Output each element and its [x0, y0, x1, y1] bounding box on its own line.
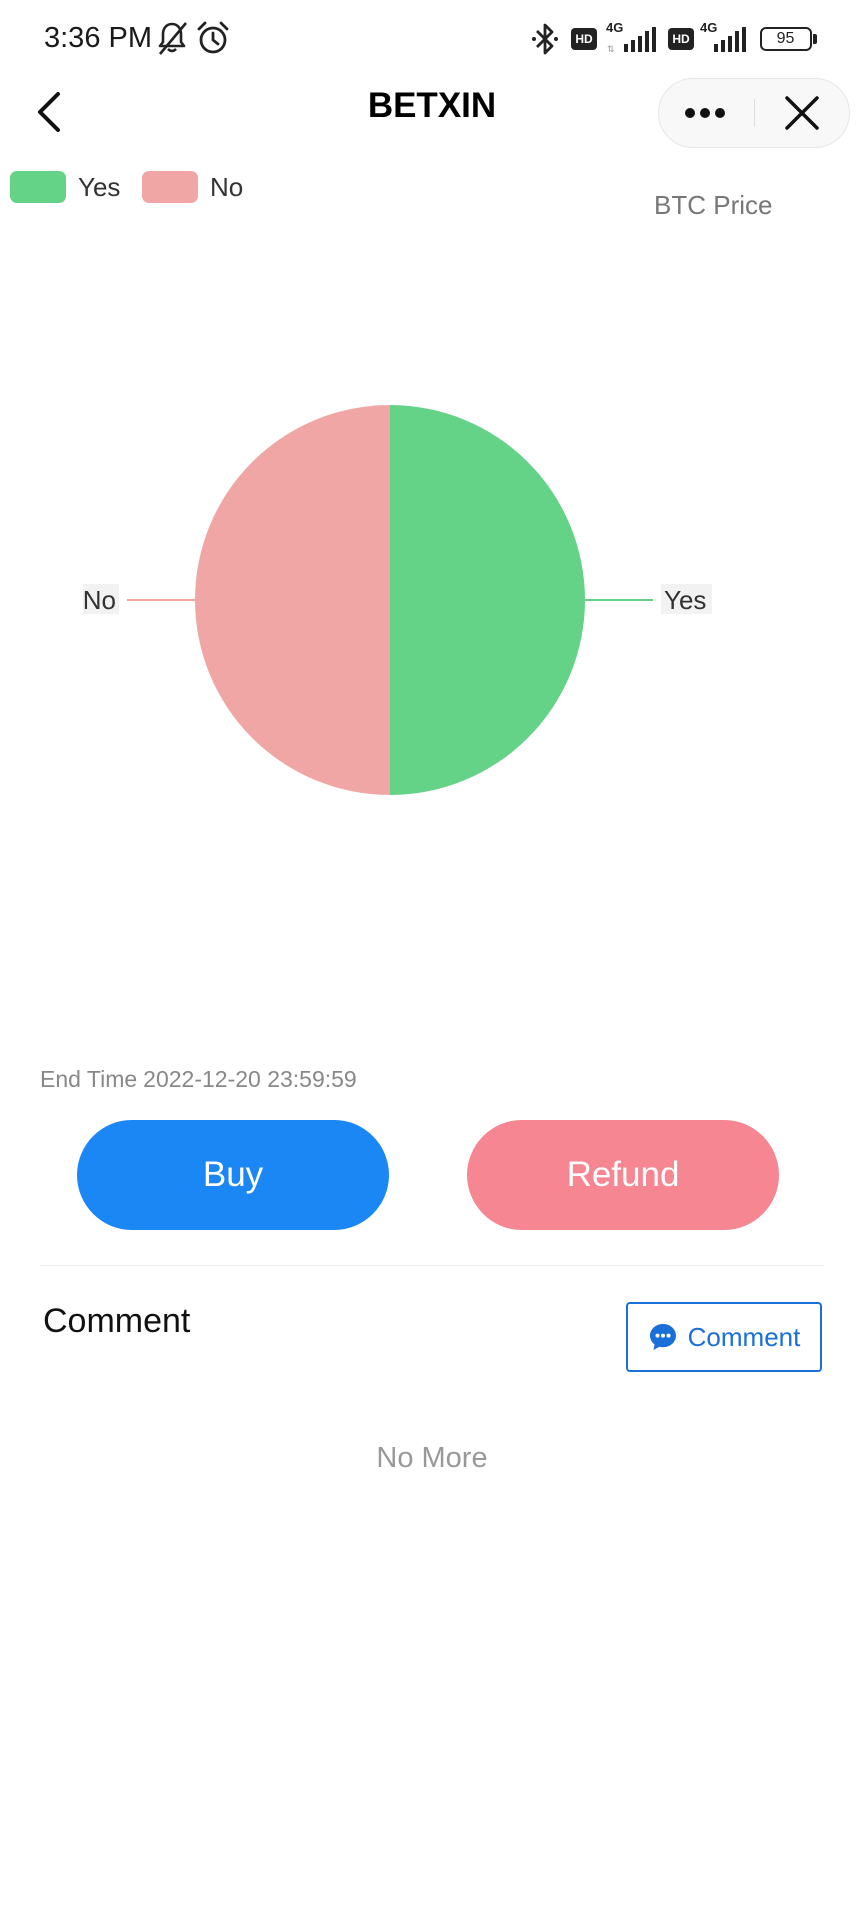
pie-label-no: No	[83, 585, 116, 615]
more-button[interactable]	[659, 79, 754, 147]
legend-swatch	[142, 171, 198, 203]
no-more-text: No More	[376, 1442, 488, 1474]
pie-chart: Yes No	[83, 405, 712, 795]
legend-label: No	[210, 171, 244, 202]
more-icon	[685, 108, 725, 118]
hd-label: HD	[575, 32, 593, 46]
battery-icon: 95	[760, 27, 812, 51]
pie-slice-no[interactable]	[195, 405, 390, 795]
comment-heading: Comment	[43, 1302, 191, 1340]
hd-label: HD	[672, 32, 690, 46]
bluetooth-icon	[532, 23, 558, 55]
battery-nub	[813, 34, 817, 44]
mini-program-capsule	[658, 78, 850, 148]
close-button[interactable]	[755, 79, 849, 147]
end-time: End Time 2022-12-20 23:59:59	[40, 1066, 363, 1093]
section-divider	[40, 1265, 824, 1266]
chat-bubble-icon	[649, 1324, 676, 1350]
pie-label-yes: Yes	[664, 585, 706, 615]
refund-button[interactable]: Refund	[467, 1120, 779, 1230]
hd-badge: HD	[668, 28, 694, 50]
legend-item-no[interactable]: No	[142, 170, 243, 204]
status-time: 3:36 PM	[44, 22, 152, 54]
comment-button[interactable]: Comment	[626, 1302, 822, 1372]
comment-button-label: Comment	[687, 1321, 801, 1352]
svg-text:⇅: ⇅	[607, 44, 615, 54]
legend-swatch	[10, 171, 66, 203]
close-icon	[785, 96, 819, 130]
signal-icon	[714, 27, 746, 52]
status-bar: 3:36 PM HD 4G ⇅ HD 4G 95	[0, 0, 864, 78]
buy-button[interactable]: Buy	[77, 1120, 389, 1230]
end-time-value: 2022-12-20 23:59:59	[143, 1066, 357, 1092]
battery-level: 95	[776, 30, 795, 47]
signal-icon: ⇅	[607, 27, 656, 54]
legend-item-yes[interactable]: Yes	[10, 170, 120, 204]
hd-badge: HD	[571, 28, 597, 50]
legend-label: Yes	[78, 171, 121, 202]
pie-slice-yes[interactable]	[390, 405, 585, 795]
alarm-icon	[197, 21, 229, 54]
end-time-label: End Time	[40, 1066, 138, 1092]
btc-price-label: BTC Price	[654, 190, 773, 220]
bell-off-icon	[158, 22, 187, 55]
